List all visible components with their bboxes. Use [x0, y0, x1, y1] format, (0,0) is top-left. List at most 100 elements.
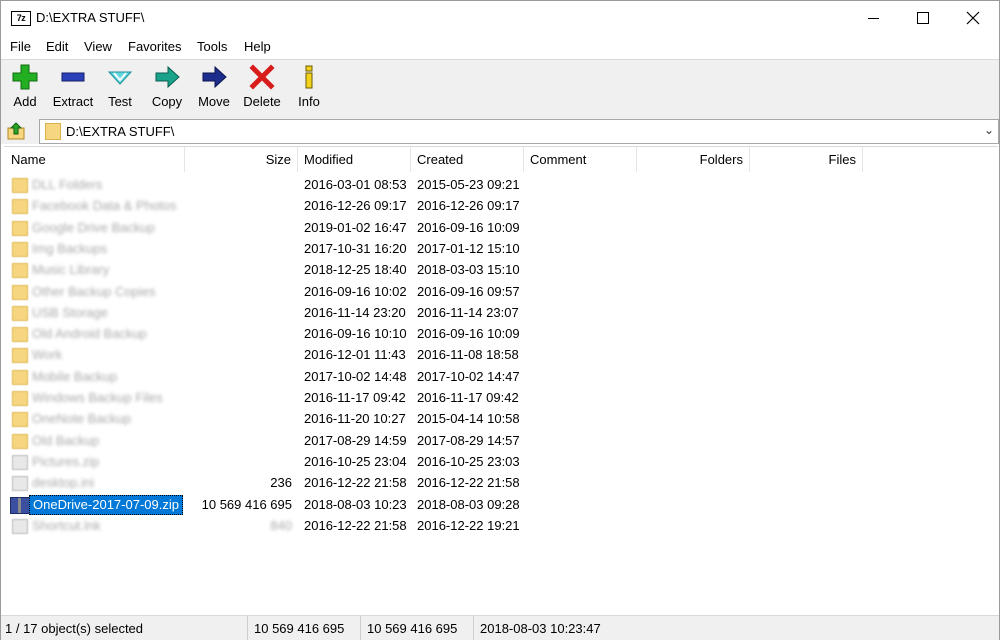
file-list[interactable]: Name Size Modified Created Comment Folde…: [4, 146, 998, 613]
table-row[interactable]: OneNote Backup 2016-11-20 10:27 2015-04-14…: [4, 408, 998, 429]
column-created[interactable]: Created: [411, 147, 524, 172]
table-row[interactable]: Music Library 2018-12-25 18:40 2018-03-03 …: [4, 259, 998, 280]
delete-icon: [249, 64, 275, 90]
table-row[interactable]: Img Backups 2017-10-31 16:20 2017-01-12 15…: [4, 238, 998, 259]
minimize-icon: [867, 17, 879, 19]
file-size: 840: [270, 517, 292, 533]
extract-icon: [61, 72, 85, 82]
folder-icon: [12, 327, 28, 343]
app-window: 7z D:\EXTRA STUFF\ File Edit View Favori…: [0, 0, 1000, 640]
file-name: Mobile Backup: [32, 368, 118, 384]
column-size[interactable]: Size: [185, 147, 298, 172]
title-bar: 7z D:\EXTRA STUFF\: [1, 1, 999, 35]
file-name: Google Drive Backup: [32, 219, 155, 235]
test-button[interactable]: Test: [101, 64, 139, 114]
table-row[interactable]: Mobile Backup 2017-10-02 14:48 2017-10-02 …: [4, 366, 998, 387]
file-name: Windows Backup Files: [32, 390, 163, 405]
file-created: 2017-01-12 15:10: [417, 240, 520, 256]
file-size: 236: [270, 475, 292, 491]
file-created: 2016-11-14 23:07: [417, 304, 519, 320]
file-name: DLL Folders: [32, 177, 103, 192]
add-label: Add: [13, 94, 37, 109]
add-button[interactable]: Add: [6, 64, 44, 114]
folder-icon: [12, 348, 28, 364]
close-icon: [966, 11, 980, 25]
status-packed: 10 569 416 695: [361, 616, 474, 640]
menu-bar: File Edit View Favorites Tools Help: [1, 36, 999, 58]
status-bar: 1 / 17 object(s) selected 10 569 416 695…: [1, 615, 999, 640]
menu-edit[interactable]: Edit: [46, 39, 68, 54]
file-modified: 2017-10-02 14:48: [304, 368, 407, 384]
file-created: 2016-09-16 09:57: [417, 283, 520, 299]
add-icon: [12, 64, 38, 90]
folder-icon: [45, 123, 61, 140]
file-modified: 2016-09-16 10:10: [304, 326, 407, 342]
file-modified: 2016-11-20 10:27: [304, 411, 406, 427]
file-created: 2016-12-22 21:58: [417, 475, 520, 491]
file-modified: 2017-08-29 14:59: [304, 432, 407, 448]
table-row[interactable]: DLL Folders 2016-03-01 08:53 2015-05-23 09…: [4, 174, 998, 195]
table-row[interactable]: Windows Backup Files 2016-11-17 09:42 2016…: [4, 387, 998, 408]
menu-file[interactable]: File: [10, 39, 31, 54]
table-row[interactable]: Shortcut.lnk 840 2016-12-22 21:58 2016-12-2…: [4, 515, 998, 536]
delete-label: Delete: [243, 94, 281, 109]
table-row[interactable]: Google Drive Backup 2019-01-02 16:47 2016-…: [4, 217, 998, 238]
copy-icon: [155, 65, 180, 89]
file-icon: [12, 518, 28, 534]
app-icon: 7z: [11, 11, 31, 26]
extract-button[interactable]: Extract: [48, 64, 98, 114]
table-row[interactable]: desktop.ini 236 2016-12-22 21:58 2016-12-22…: [4, 472, 998, 493]
minimize-button[interactable]: [848, 1, 898, 35]
table-row[interactable]: Work 2016-12-01 11:43 2016-11-08 18:58: [4, 344, 998, 365]
archive-icon: [10, 496, 30, 514]
address-bar[interactable]: D:\EXTRA STUFF\ ⌄: [39, 119, 999, 144]
maximize-button[interactable]: [898, 1, 948, 35]
folder-icon: [12, 178, 28, 193]
test-label: Test: [108, 94, 132, 109]
column-name[interactable]: Name: [4, 147, 185, 172]
column-folders[interactable]: Folders: [637, 147, 750, 172]
file-modified: 2016-12-22 21:58: [304, 517, 407, 533]
table-row[interactable]: Other Backup Copies 2016-09-16 10:02 2016-…: [4, 281, 998, 302]
file-name: Old Backup: [32, 432, 100, 448]
file-modified: 2016-11-17 09:42: [304, 390, 406, 405]
file-name: Music Library: [32, 262, 110, 278]
table-row[interactable]: Pictures.zip 2016-10-25 23:04 2016-10-25 2…: [4, 451, 998, 472]
status-size-text: 10 569 416 695: [254, 621, 345, 636]
file-modified: 2019-01-02 16:47: [304, 219, 407, 235]
file-modified: 2016-12-01 11:43: [304, 347, 406, 363]
file-created: 2016-11-08 18:58: [417, 347, 519, 363]
table-row[interactable]: OneDrive-2017-07-09.zip 10 569 416 695 201…: [4, 494, 998, 515]
move-label: Move: [198, 94, 230, 109]
menu-help[interactable]: Help: [244, 39, 271, 54]
column-modified-label: Modified: [304, 152, 354, 167]
file-size: 10 569 416 695: [201, 496, 292, 512]
file-modified: 2016-03-01 08:53: [304, 177, 407, 192]
copy-button[interactable]: Copy: [147, 64, 187, 114]
table-row[interactable]: USB Storage 2016-11-14 23:20 2016-11-14 23…: [4, 302, 998, 323]
table-row[interactable]: Old Backup 2017-08-29 14:59 2017-08-29 14:…: [4, 430, 998, 451]
close-button[interactable]: [948, 1, 998, 35]
chevron-down-icon[interactable]: ⌄: [984, 123, 994, 137]
file-created: 2018-08-03 09:28: [417, 496, 520, 512]
menu-tools[interactable]: Tools: [197, 39, 227, 54]
menu-favorites[interactable]: Favorites: [128, 39, 181, 54]
folder-up-icon: [7, 122, 25, 140]
info-icon: [305, 65, 313, 89]
info-button[interactable]: Info: [293, 64, 325, 114]
up-folder-button[interactable]: [5, 121, 27, 141]
table-row[interactable]: Facebook Data & Photos 2016-12-26 09:17 20…: [4, 195, 998, 216]
delete-button[interactable]: Delete: [240, 64, 284, 114]
file-modified: 2018-12-25 18:40: [304, 262, 407, 278]
column-comment[interactable]: Comment: [524, 147, 637, 172]
file-created: 2018-03-03 15:10: [417, 262, 520, 278]
menu-view[interactable]: View: [84, 39, 112, 54]
file-modified: 2016-09-16 10:02: [304, 283, 407, 299]
move-button[interactable]: Move: [194, 64, 234, 114]
table-row[interactable]: Old Android Backup 2016-09-16 10:10 2016-0…: [4, 323, 998, 344]
file-name: Other Backup Copies: [32, 283, 156, 299]
test-icon: [107, 71, 133, 85]
column-files[interactable]: Files: [750, 147, 863, 172]
column-modified[interactable]: Modified: [298, 147, 411, 172]
status-date-text: 2018-08-03 10:23:47: [480, 621, 601, 636]
